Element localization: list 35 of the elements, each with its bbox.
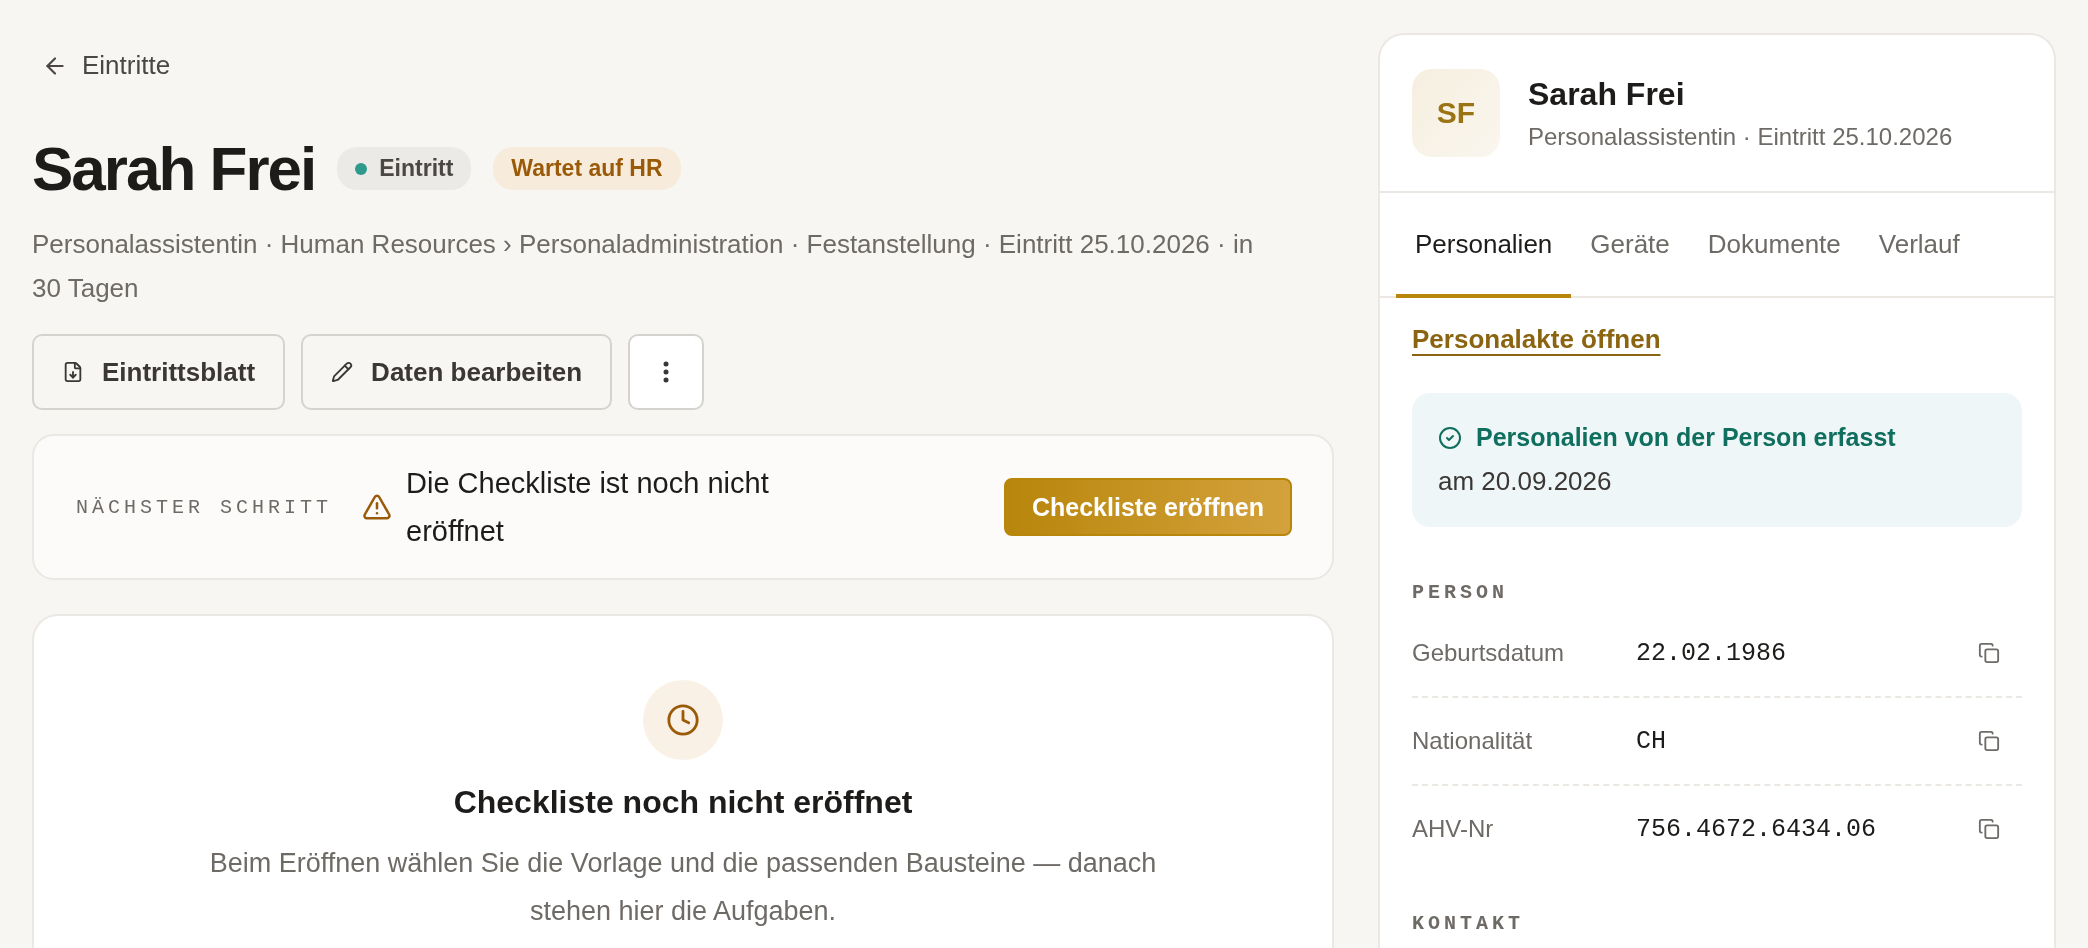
pencil-icon [331, 361, 354, 383]
warning-icon [362, 492, 393, 522]
personnel-file-link[interactable]: Personalakte öffnen [1412, 324, 1661, 355]
field-label: AHV-Nr [1412, 815, 1495, 843]
next-step-message: Die Checkliste ist noch nicht eröffnet [406, 466, 770, 549]
back-link[interactable]: Eintritte [42, 50, 171, 81]
avatar: SF [1412, 69, 1500, 157]
field-value: 756.4672.6434.06 [1636, 814, 1878, 844]
open-checklist-button[interactable]: Checkliste eröffnen [1004, 478, 1292, 536]
notice-text: am 20.09.2026 [1438, 466, 1613, 497]
stage-badge: Eintritt [337, 147, 472, 190]
next-step-label: NÄCHSTER SCHRITT [76, 495, 333, 519]
field-label: Nationalität [1412, 727, 1534, 755]
page-title: Sarah Frei [32, 133, 316, 204]
check-circle-icon [1438, 425, 1462, 450]
tab[interactable]: Geräte [1571, 193, 1689, 298]
status-badge: Wartet auf HR [493, 147, 681, 190]
file-download-icon [62, 361, 84, 383]
field-value: 22.02.1986 [1636, 638, 1788, 668]
profile-name: Sarah Frei [1528, 75, 1686, 113]
section-title: PERSON [1412, 581, 1509, 604]
tab[interactable]: Dokumente [1688, 193, 1860, 298]
empty-state-text: Beim Eröffnen wählen Sie die Vorlage und die passenden Bausteine — danach stehen hier die Aufgaben. [208, 847, 1158, 928]
field-value: CH [1636, 726, 1667, 756]
edit-button[interactable]: Daten bearbeiten [301, 334, 613, 410]
more-icon [663, 361, 670, 383]
tab[interactable]: Verlauf [1859, 193, 1979, 298]
download-button[interactable]: Eintrittsblatt [32, 334, 286, 410]
notice-title: Personalien von der Person erfasst [1476, 423, 1896, 452]
empty-state-title: Checkliste noch nicht eröffnet [453, 784, 913, 821]
profile-subtitle: Personalassistentin · Eintritt 25.10.2026 [1528, 122, 1953, 151]
tab[interactable]: Personalien [1396, 193, 1572, 298]
section-title: KONTAKT [1412, 912, 1525, 935]
employee-summary: Personalassistentin · Human Resources › Personaladministration · Festanstellung · Eintritt 25.10.2026 · in 30 Tagen [32, 228, 1255, 305]
field-label: Geburtsdatum [1412, 639, 1566, 667]
